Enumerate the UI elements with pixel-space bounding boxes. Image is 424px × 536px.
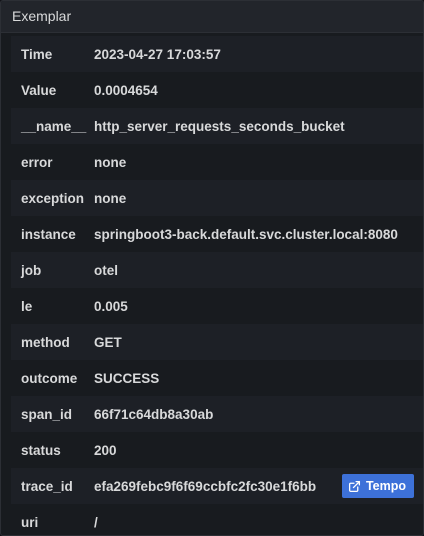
row-key: __name__ <box>21 118 87 134</box>
row-key: trace_id <box>21 478 73 494</box>
exemplar-table: Time 2023-04-27 17:03:57 Value 0.0004654… <box>11 36 423 535</box>
tempo-link-label: Tempo <box>365 479 406 493</box>
row-key: error <box>21 154 53 170</box>
row-key: exception <box>21 190 85 206</box>
row-value: 0.005 <box>94 298 128 314</box>
table-row-status: status 200 <box>11 432 423 468</box>
table-row-job: job otel <box>11 252 423 288</box>
row-key: instance <box>21 226 76 242</box>
exemplar-panel: Exemplar Time 2023-04-27 17:03:57 Value … <box>0 0 424 536</box>
row-key: Time <box>21 46 53 62</box>
table-row-method: method GET <box>11 324 423 360</box>
table-row-error: error none <box>11 144 423 180</box>
row-value: http_server_requests_seconds_bucket <box>94 118 345 134</box>
table-row-instance: instance springboot3-back.default.svc.cl… <box>11 216 423 252</box>
row-key: le <box>21 298 33 314</box>
row-value: SUCCESS <box>94 370 160 386</box>
row-key: uri <box>21 514 39 530</box>
row-value: GET <box>94 334 122 350</box>
table-row-name: __name__ http_server_requests_seconds_bu… <box>11 108 423 144</box>
row-key: Value <box>21 82 57 98</box>
row-value: 66f71c64db8a30ab <box>94 406 214 422</box>
row-value: otel <box>94 262 119 278</box>
tempo-link-button[interactable]: Tempo <box>341 474 414 498</box>
row-value: / <box>94 514 98 530</box>
table-row-le: le 0.005 <box>11 288 423 324</box>
table-row-exception: exception none <box>11 180 423 216</box>
table-row-time: Time 2023-04-27 17:03:57 <box>11 36 423 72</box>
row-value: none <box>94 154 127 170</box>
row-value: 200 <box>94 442 117 458</box>
row-key: outcome <box>21 370 78 386</box>
row-value: 2023-04-27 17:03:57 <box>94 46 221 62</box>
table-row-uri: uri / <box>11 504 423 535</box>
row-value: 0.0004654 <box>94 82 158 98</box>
external-link-icon <box>348 480 361 493</box>
row-key: span_id <box>21 406 73 422</box>
table-row-outcome: outcome SUCCESS <box>11 360 423 396</box>
row-value: none <box>94 190 127 206</box>
panel-title: Exemplar <box>1 1 423 33</box>
table-row-value: Value 0.0004654 <box>11 72 423 108</box>
row-key: method <box>21 334 70 350</box>
table-row-span-id: span_id 66f71c64db8a30ab <box>11 396 423 432</box>
row-key: status <box>21 442 61 458</box>
row-value: springboot3-back.default.svc.cluster.loc… <box>94 226 398 242</box>
row-key: job <box>21 262 42 278</box>
table-row-trace-id: trace_id efa269febc9f6f69ccbfc2fc30e1f6b… <box>11 468 423 504</box>
